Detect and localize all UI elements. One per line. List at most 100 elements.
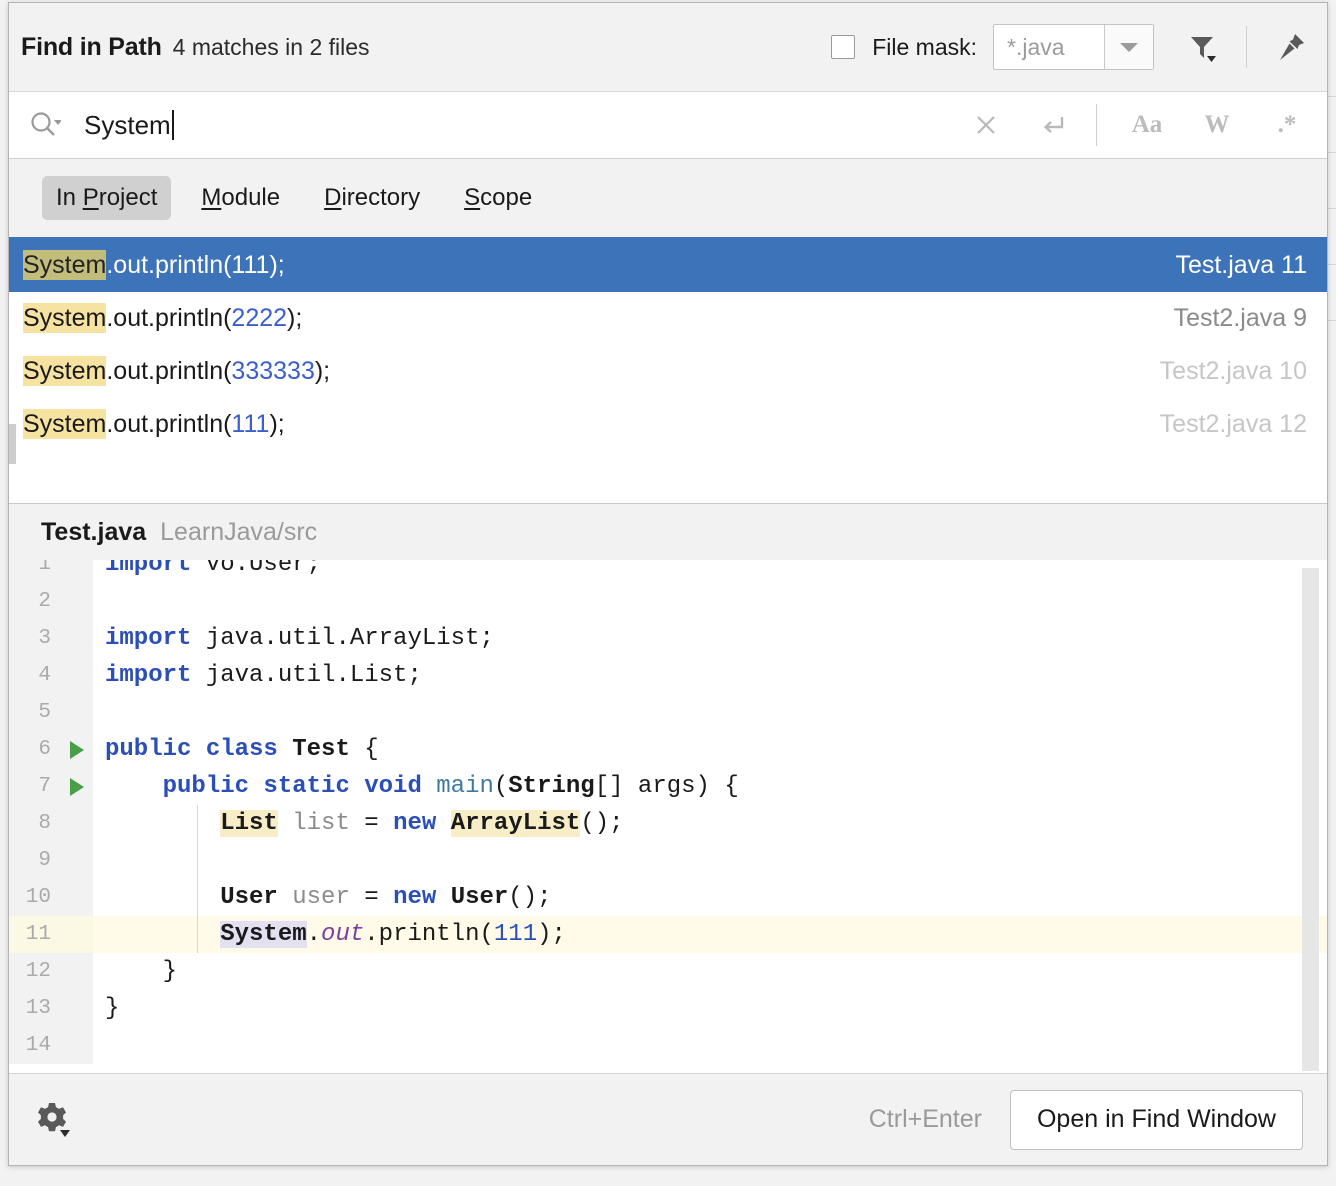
match-case-toggle[interactable]: Aa [1119,103,1175,147]
gutter [61,694,93,731]
search-magnifier-icon[interactable] [27,108,61,142]
search-toolbar: Aa W .* [964,103,1315,147]
dialog-footer: Ctrl+Enter Open in Find Window [9,1073,1327,1165]
whole-words-toggle[interactable]: W [1189,103,1245,147]
gutter [61,583,93,620]
code-line: 13 } [9,990,1327,1027]
result-number: 333333 [231,357,315,385]
gear-dropdown-icon [38,1102,70,1137]
gutter [61,805,93,842]
match-summary: 4 matches in 2 files [172,33,370,60]
tab-in-project-suffix: roject [98,184,158,211]
code-line-match: 11 System.out.println(111); [9,916,1327,953]
shortcut-hint: Ctrl+Enter [868,1105,982,1133]
match-highlight: System [23,250,107,280]
line-number: 12 [9,953,61,990]
search-toolbar-divider [1096,104,1097,146]
tab-in-project[interactable]: In Project [42,176,172,220]
code-text: import java.util.ArrayList; [105,625,494,652]
table-row[interactable]: System.out.println(2222); Test2.java 9 [9,292,1327,345]
result-after: ); [287,304,303,332]
settings-button[interactable] [31,1098,75,1142]
result-text: System.out.println(111); [23,250,285,280]
code-line: 9 [9,842,1327,879]
code-text: import vo.User; [105,560,322,578]
result-file-location: Test2.java 12 [1159,410,1307,438]
code-text [93,842,1327,879]
code-line: 8 List list = new ArrayList(); [9,805,1327,842]
table-row[interactable]: System.out.println(111); Test.java 11 [9,239,1327,292]
gutter [61,620,93,657]
regex-toggle[interactable]: .* [1259,103,1315,147]
result-mid: .out.println( [106,357,232,385]
preview-pane: Test.java LearnJava/src 1 import vo.User… [9,503,1327,1073]
code-preview[interactable]: 1 import vo.User; 2 3 import java.util.A… [9,560,1327,1073]
gutter-run-marker[interactable] [61,768,93,805]
titlebar-controls: File mask: *.java [831,24,1327,70]
preview-file-name: Test.java [41,517,147,546]
file-mask-checkbox[interactable] [831,35,856,59]
tab-scope-suffix: cope [480,184,533,211]
gutter [61,657,93,694]
line-number: 3 [9,620,61,657]
match-highlight: System [23,303,107,333]
result-after: ); [269,410,285,438]
preview-file-path: LearnJava/src [160,517,318,546]
pin-button[interactable] [1269,25,1313,69]
run-triangle-icon[interactable] [70,740,84,759]
table-row[interactable]: System.out.println(333333); Test2.java 1… [9,345,1327,398]
file-mask-dropdown-button[interactable] [1104,25,1153,69]
tab-directory-mnemonic: D [324,184,342,211]
tab-in-project-prefix: In [56,184,83,211]
tab-module-suffix: odule [221,184,281,211]
whole-words-label: W [1204,111,1230,138]
gutter [61,990,93,1027]
code-preview-scrollbar[interactable] [1302,568,1319,1071]
code-line: 12 } [9,953,1327,990]
clear-x-icon [977,116,995,134]
search-input-wrapper[interactable]: System [84,110,174,141]
gutter [61,879,93,916]
tab-directory[interactable]: Directory [310,176,434,220]
gutter-run-marker[interactable] [61,731,93,768]
code-text: } [105,995,120,1022]
open-in-find-window-button[interactable]: Open in Find Window [1009,1089,1303,1150]
line-number: 4 [9,657,61,694]
clear-search-button[interactable] [964,103,1008,147]
line-number: 13 [9,990,61,1027]
line-number: 8 [9,805,61,842]
results-list[interactable]: System.out.println(111); Test.java 11 Sy… [9,237,1327,503]
code-line: 6 public class Test { [9,731,1327,768]
result-file-location: Test2.java 9 [1173,304,1307,332]
line-number: 14 [9,1027,61,1064]
table-row[interactable]: System.out.println(111); Test2.java 12 [9,398,1327,451]
result-text: System.out.println(2222); [23,303,303,333]
gutter [61,1027,93,1064]
result-number: 111 [231,410,270,438]
result-text: System.out.println(333333); [23,356,330,386]
regex-label: .* [1277,111,1297,138]
result-number: 2222 [231,304,288,332]
chevron-down-icon [1120,42,1138,52]
file-mask-input[interactable]: *.java [994,25,1104,69]
line-number: 5 [9,694,61,731]
code-line: 10 User user = new User(); [9,879,1327,916]
result-after: ); [269,251,285,279]
tab-in-project-mnemonic: P [82,184,99,211]
line-number: 1 [9,560,61,583]
run-triangle-icon[interactable] [70,777,84,796]
filter-funnel-icon [1191,37,1216,62]
dialog-titlebar: Find in Path 4 matches in 2 files File m… [9,3,1327,91]
tab-module[interactable]: Module [187,176,294,220]
new-line-return-icon [1043,117,1064,133]
new-line-button[interactable] [1030,103,1074,147]
code-text: List list = new ArrayList(); [93,805,1327,842]
tab-scope[interactable]: Scope [450,176,546,220]
file-mask-combobox[interactable]: *.java [993,24,1154,70]
result-mid: .out.println( [106,410,232,438]
filter-button[interactable] [1180,25,1224,69]
results-scrollbar[interactable] [9,424,16,464]
